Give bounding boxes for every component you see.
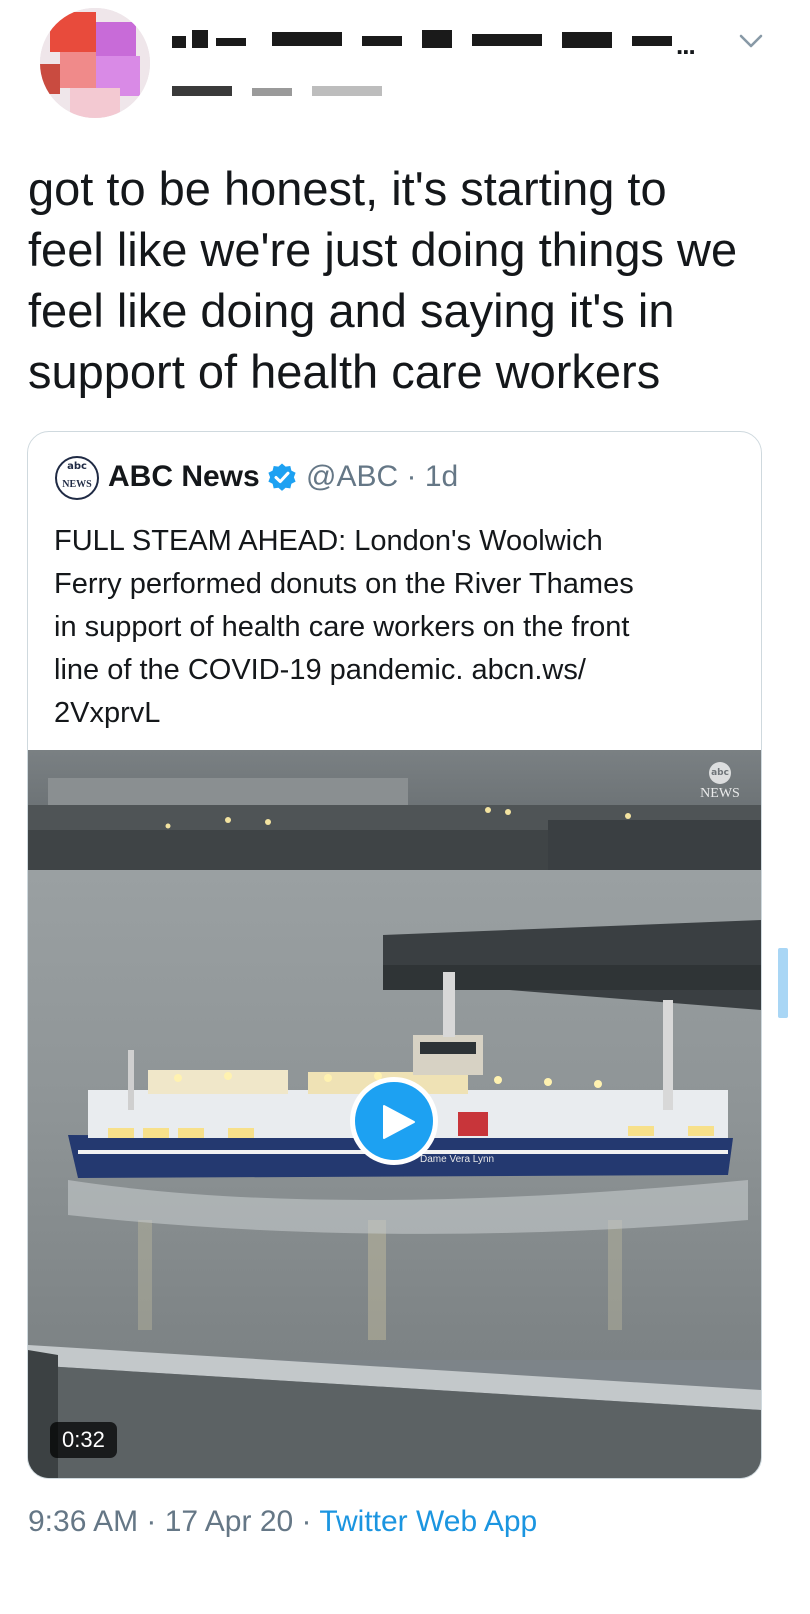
abc-news-avatar[interactable]: abc NEWS xyxy=(55,456,99,500)
quoted-handle[interactable]: @ABC xyxy=(306,460,398,493)
abc-logo-top: abc xyxy=(67,461,87,472)
avatar[interactable] xyxy=(40,8,150,118)
meta-separator: · xyxy=(406,460,417,493)
tweet-header: ... xyxy=(0,0,810,130)
tweet-detail-page: ... got to be honest, it's starting to f… xyxy=(0,0,810,1614)
video-player[interactable]: Dame Vera Lynn abc NEWS 0:32 xyxy=(28,750,761,1478)
abc-news-watermark: abc NEWS xyxy=(693,762,747,810)
play-icon xyxy=(383,1105,415,1139)
chevron-down-icon[interactable] xyxy=(736,26,766,56)
quoted-tweet-card[interactable]: abc NEWS ABC News @ABC · 1d FULL STEAM A… xyxy=(27,431,762,1479)
quoted-tweet-text: FULL STEAM AHEAD: London's Woolwich Ferr… xyxy=(54,525,634,729)
tweet-date[interactable]: 17 Apr 20 xyxy=(165,1505,293,1538)
tweet-source-link[interactable]: Twitter Web App xyxy=(319,1505,537,1538)
redacted-handle xyxy=(172,86,382,96)
quoted-meta: @ABC · 1d xyxy=(306,460,458,494)
watermark-logo: abc xyxy=(709,762,731,784)
tweet-text: got to be honest, it's starting to feel … xyxy=(28,162,738,398)
abc-logo-bottom: NEWS xyxy=(62,479,92,490)
quoted-author-name[interactable]: ABC News xyxy=(108,460,260,494)
ferry-name: Dame Vera Lynn xyxy=(420,1154,494,1165)
quoted-age[interactable]: 1d xyxy=(425,460,458,493)
tweet-time[interactable]: 9:36 AM xyxy=(28,1505,138,1538)
verified-badge-icon xyxy=(268,463,296,491)
video-duration-badge: 0:32 xyxy=(50,1422,117,1458)
footer-separator: · xyxy=(138,1505,165,1538)
truncation-ellipsis: ... xyxy=(676,30,696,60)
tweet-timestamp-line: 9:36 AM · 17 Apr 20 · Twitter Web App xyxy=(28,1505,537,1539)
play-button[interactable] xyxy=(350,1077,438,1165)
watermark-text: NEWS xyxy=(700,786,740,801)
redacted-display-name[interactable] xyxy=(172,26,692,54)
scroll-indicator[interactable] xyxy=(778,948,788,1018)
footer-separator: · xyxy=(293,1505,320,1538)
